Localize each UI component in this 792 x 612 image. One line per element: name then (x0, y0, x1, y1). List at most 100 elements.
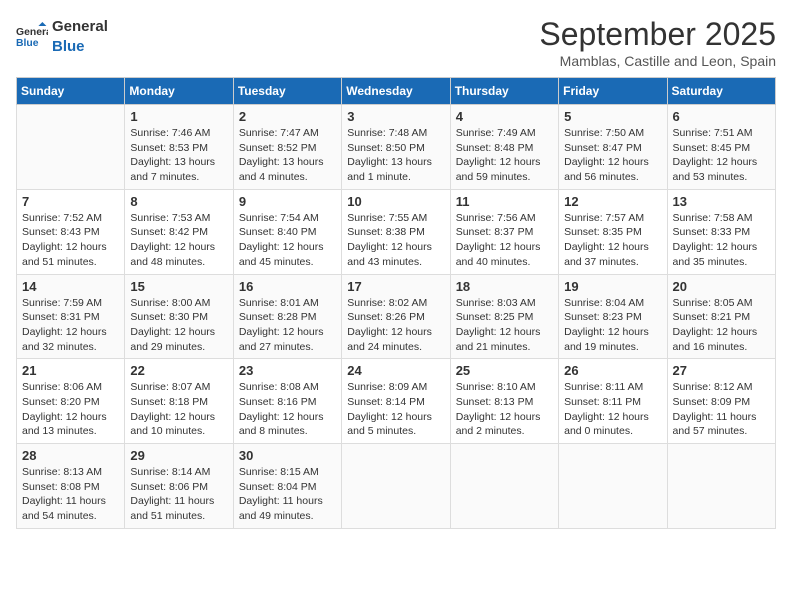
day-info: Sunrise: 8:00 AM Sunset: 8:30 PM Dayligh… (130, 296, 227, 355)
day-number: 4 (456, 109, 553, 124)
header-saturday: Saturday (667, 78, 775, 105)
day-number: 22 (130, 363, 227, 378)
day-number: 17 (347, 279, 444, 294)
day-info: Sunrise: 8:06 AM Sunset: 8:20 PM Dayligh… (22, 380, 119, 439)
calendar-cell: 18 Sunrise: 8:03 AM Sunset: 8:25 PM Dayli… (450, 274, 558, 359)
location: Mamblas, Castille and Leon, Spain (539, 53, 776, 69)
calendar-cell: 13 Sunrise: 7:58 AM Sunset: 8:33 PM Dayli… (667, 189, 775, 274)
calendar-cell: 16 Sunrise: 8:01 AM Sunset: 8:28 PM Dayli… (233, 274, 341, 359)
day-number: 25 (456, 363, 553, 378)
day-info: Sunrise: 8:14 AM Sunset: 8:06 PM Dayligh… (130, 465, 227, 524)
calendar-cell: 5 Sunrise: 7:50 AM Sunset: 8:47 PM Daylig… (559, 105, 667, 190)
day-info: Sunrise: 7:48 AM Sunset: 8:50 PM Dayligh… (347, 126, 444, 185)
day-number: 18 (456, 279, 553, 294)
day-number: 28 (22, 448, 119, 463)
day-info: Sunrise: 8:04 AM Sunset: 8:23 PM Dayligh… (564, 296, 661, 355)
day-number: 1 (130, 109, 227, 124)
day-number: 6 (673, 109, 770, 124)
header-monday: Monday (125, 78, 233, 105)
day-number: 8 (130, 194, 227, 209)
day-info: Sunrise: 7:52 AM Sunset: 8:43 PM Dayligh… (22, 211, 119, 270)
calendar-cell: 24 Sunrise: 8:09 AM Sunset: 8:14 PM Dayli… (342, 359, 450, 444)
day-number: 10 (347, 194, 444, 209)
calendar-cell: 1 Sunrise: 7:46 AM Sunset: 8:53 PM Daylig… (125, 105, 233, 190)
calendar-cell: 19 Sunrise: 8:04 AM Sunset: 8:23 PM Dayli… (559, 274, 667, 359)
calendar-cell: 8 Sunrise: 7:53 AM Sunset: 8:42 PM Daylig… (125, 189, 233, 274)
calendar-week-row: 21 Sunrise: 8:06 AM Sunset: 8:20 PM Dayli… (17, 359, 776, 444)
day-info: Sunrise: 7:49 AM Sunset: 8:48 PM Dayligh… (456, 126, 553, 185)
day-info: Sunrise: 8:09 AM Sunset: 8:14 PM Dayligh… (347, 380, 444, 439)
calendar-cell (667, 444, 775, 529)
day-number: 3 (347, 109, 444, 124)
day-number: 7 (22, 194, 119, 209)
calendar-cell: 25Sunrise: 8:10 AM Sunset: 8:13 PM Dayli… (450, 359, 558, 444)
calendar-cell: 21 Sunrise: 8:06 AM Sunset: 8:20 PM Dayli… (17, 359, 125, 444)
calendar-cell: 7 Sunrise: 7:52 AM Sunset: 8:43 PM Daylig… (17, 189, 125, 274)
day-info: Sunrise: 8:05 AM Sunset: 8:21 PM Dayligh… (673, 296, 770, 355)
day-info: Sunrise: 8:01 AM Sunset: 8:28 PM Dayligh… (239, 296, 336, 355)
day-number: 11 (456, 194, 553, 209)
calendar-cell: 20 Sunrise: 8:05 AM Sunset: 8:21 PM Dayli… (667, 274, 775, 359)
day-number: 23 (239, 363, 336, 378)
day-number: 9 (239, 194, 336, 209)
calendar-week-row: 28Sunrise: 8:13 AM Sunset: 8:08 PM Dayli… (17, 444, 776, 529)
day-number: 13 (673, 194, 770, 209)
day-number: 24 (347, 363, 444, 378)
calendar-cell: 2 Sunrise: 7:47 AM Sunset: 8:52 PM Daylig… (233, 105, 341, 190)
calendar-week-row: 1 Sunrise: 7:46 AM Sunset: 8:53 PM Daylig… (17, 105, 776, 190)
day-info: Sunrise: 7:47 AM Sunset: 8:52 PM Dayligh… (239, 126, 336, 185)
day-number: 21 (22, 363, 119, 378)
day-info: Sunrise: 8:11 AM Sunset: 8:11 PM Dayligh… (564, 380, 661, 439)
day-info: Sunrise: 7:58 AM Sunset: 8:33 PM Dayligh… (673, 211, 770, 270)
day-number: 30 (239, 448, 336, 463)
day-info: Sunrise: 7:57 AM Sunset: 8:35 PM Dayligh… (564, 211, 661, 270)
day-number: 19 (564, 279, 661, 294)
day-number: 12 (564, 194, 661, 209)
calendar-cell: 15 Sunrise: 8:00 AM Sunset: 8:30 PM Dayli… (125, 274, 233, 359)
day-info: Sunrise: 8:03 AM Sunset: 8:25 PM Dayligh… (456, 296, 553, 355)
calendar-cell: 4 Sunrise: 7:49 AM Sunset: 8:48 PM Daylig… (450, 105, 558, 190)
day-info: Sunrise: 7:46 AM Sunset: 8:53 PM Dayligh… (130, 126, 227, 185)
day-info: Sunrise: 8:08 AM Sunset: 8:16 PM Dayligh… (239, 380, 336, 439)
day-number: 2 (239, 109, 336, 124)
header-tuesday: Tuesday (233, 78, 341, 105)
day-number: 16 (239, 279, 336, 294)
day-info: Sunrise: 8:02 AM Sunset: 8:26 PM Dayligh… (347, 296, 444, 355)
calendar-cell (342, 444, 450, 529)
title-block: September 2025 Mamblas, Castille and Leo… (539, 16, 776, 69)
day-number: 14 (22, 279, 119, 294)
day-info: Sunrise: 7:50 AM Sunset: 8:47 PM Dayligh… (564, 126, 661, 185)
day-info: Sunrise: 7:51 AM Sunset: 8:45 PM Dayligh… (673, 126, 770, 185)
calendar-header-row: SundayMondayTuesdayWednesdayThursdayFrid… (17, 78, 776, 105)
page-header: General Blue General Blue September 2025… (16, 16, 776, 69)
calendar-table: SundayMondayTuesdayWednesdayThursdayFrid… (16, 77, 776, 529)
day-number: 15 (130, 279, 227, 294)
day-info: Sunrise: 8:12 AM Sunset: 8:09 PM Dayligh… (673, 380, 770, 439)
month-title: September 2025 (539, 16, 776, 53)
calendar-cell: 30Sunrise: 8:15 AM Sunset: 8:04 PM Dayli… (233, 444, 341, 529)
calendar-cell (17, 105, 125, 190)
calendar-cell: 14 Sunrise: 7:59 AM Sunset: 8:31 PM Dayli… (17, 274, 125, 359)
day-info: Sunrise: 7:56 AM Sunset: 8:37 PM Dayligh… (456, 211, 553, 270)
day-number: 27 (673, 363, 770, 378)
calendar-week-row: 7 Sunrise: 7:52 AM Sunset: 8:43 PM Daylig… (17, 189, 776, 274)
logo-icon: General Blue (16, 22, 48, 50)
calendar-cell: 29Sunrise: 8:14 AM Sunset: 8:06 PM Dayli… (125, 444, 233, 529)
calendar-cell: 3 Sunrise: 7:48 AM Sunset: 8:50 PM Daylig… (342, 105, 450, 190)
header-thursday: Thursday (450, 78, 558, 105)
calendar-cell: 11 Sunrise: 7:56 AM Sunset: 8:37 PM Dayli… (450, 189, 558, 274)
calendar-cell: 26Sunrise: 8:11 AM Sunset: 8:11 PM Dayli… (559, 359, 667, 444)
calendar-week-row: 14 Sunrise: 7:59 AM Sunset: 8:31 PM Dayli… (17, 274, 776, 359)
calendar-cell: 27 Sunrise: 8:12 AM Sunset: 8:09 PM Dayli… (667, 359, 775, 444)
calendar-cell: 9Sunrise: 7:54 AM Sunset: 8:40 PM Daylig… (233, 189, 341, 274)
header-wednesday: Wednesday (342, 78, 450, 105)
day-info: Sunrise: 7:59 AM Sunset: 8:31 PM Dayligh… (22, 296, 119, 355)
header-sunday: Sunday (17, 78, 125, 105)
calendar-cell (559, 444, 667, 529)
calendar-cell: 17 Sunrise: 8:02 AM Sunset: 8:26 PM Dayli… (342, 274, 450, 359)
day-info: Sunrise: 7:55 AM Sunset: 8:38 PM Dayligh… (347, 211, 444, 270)
day-number: 20 (673, 279, 770, 294)
calendar-cell: 10 Sunrise: 7:55 AM Sunset: 8:38 PM Dayli… (342, 189, 450, 274)
day-info: Sunrise: 7:53 AM Sunset: 8:42 PM Dayligh… (130, 211, 227, 270)
day-number: 5 (564, 109, 661, 124)
